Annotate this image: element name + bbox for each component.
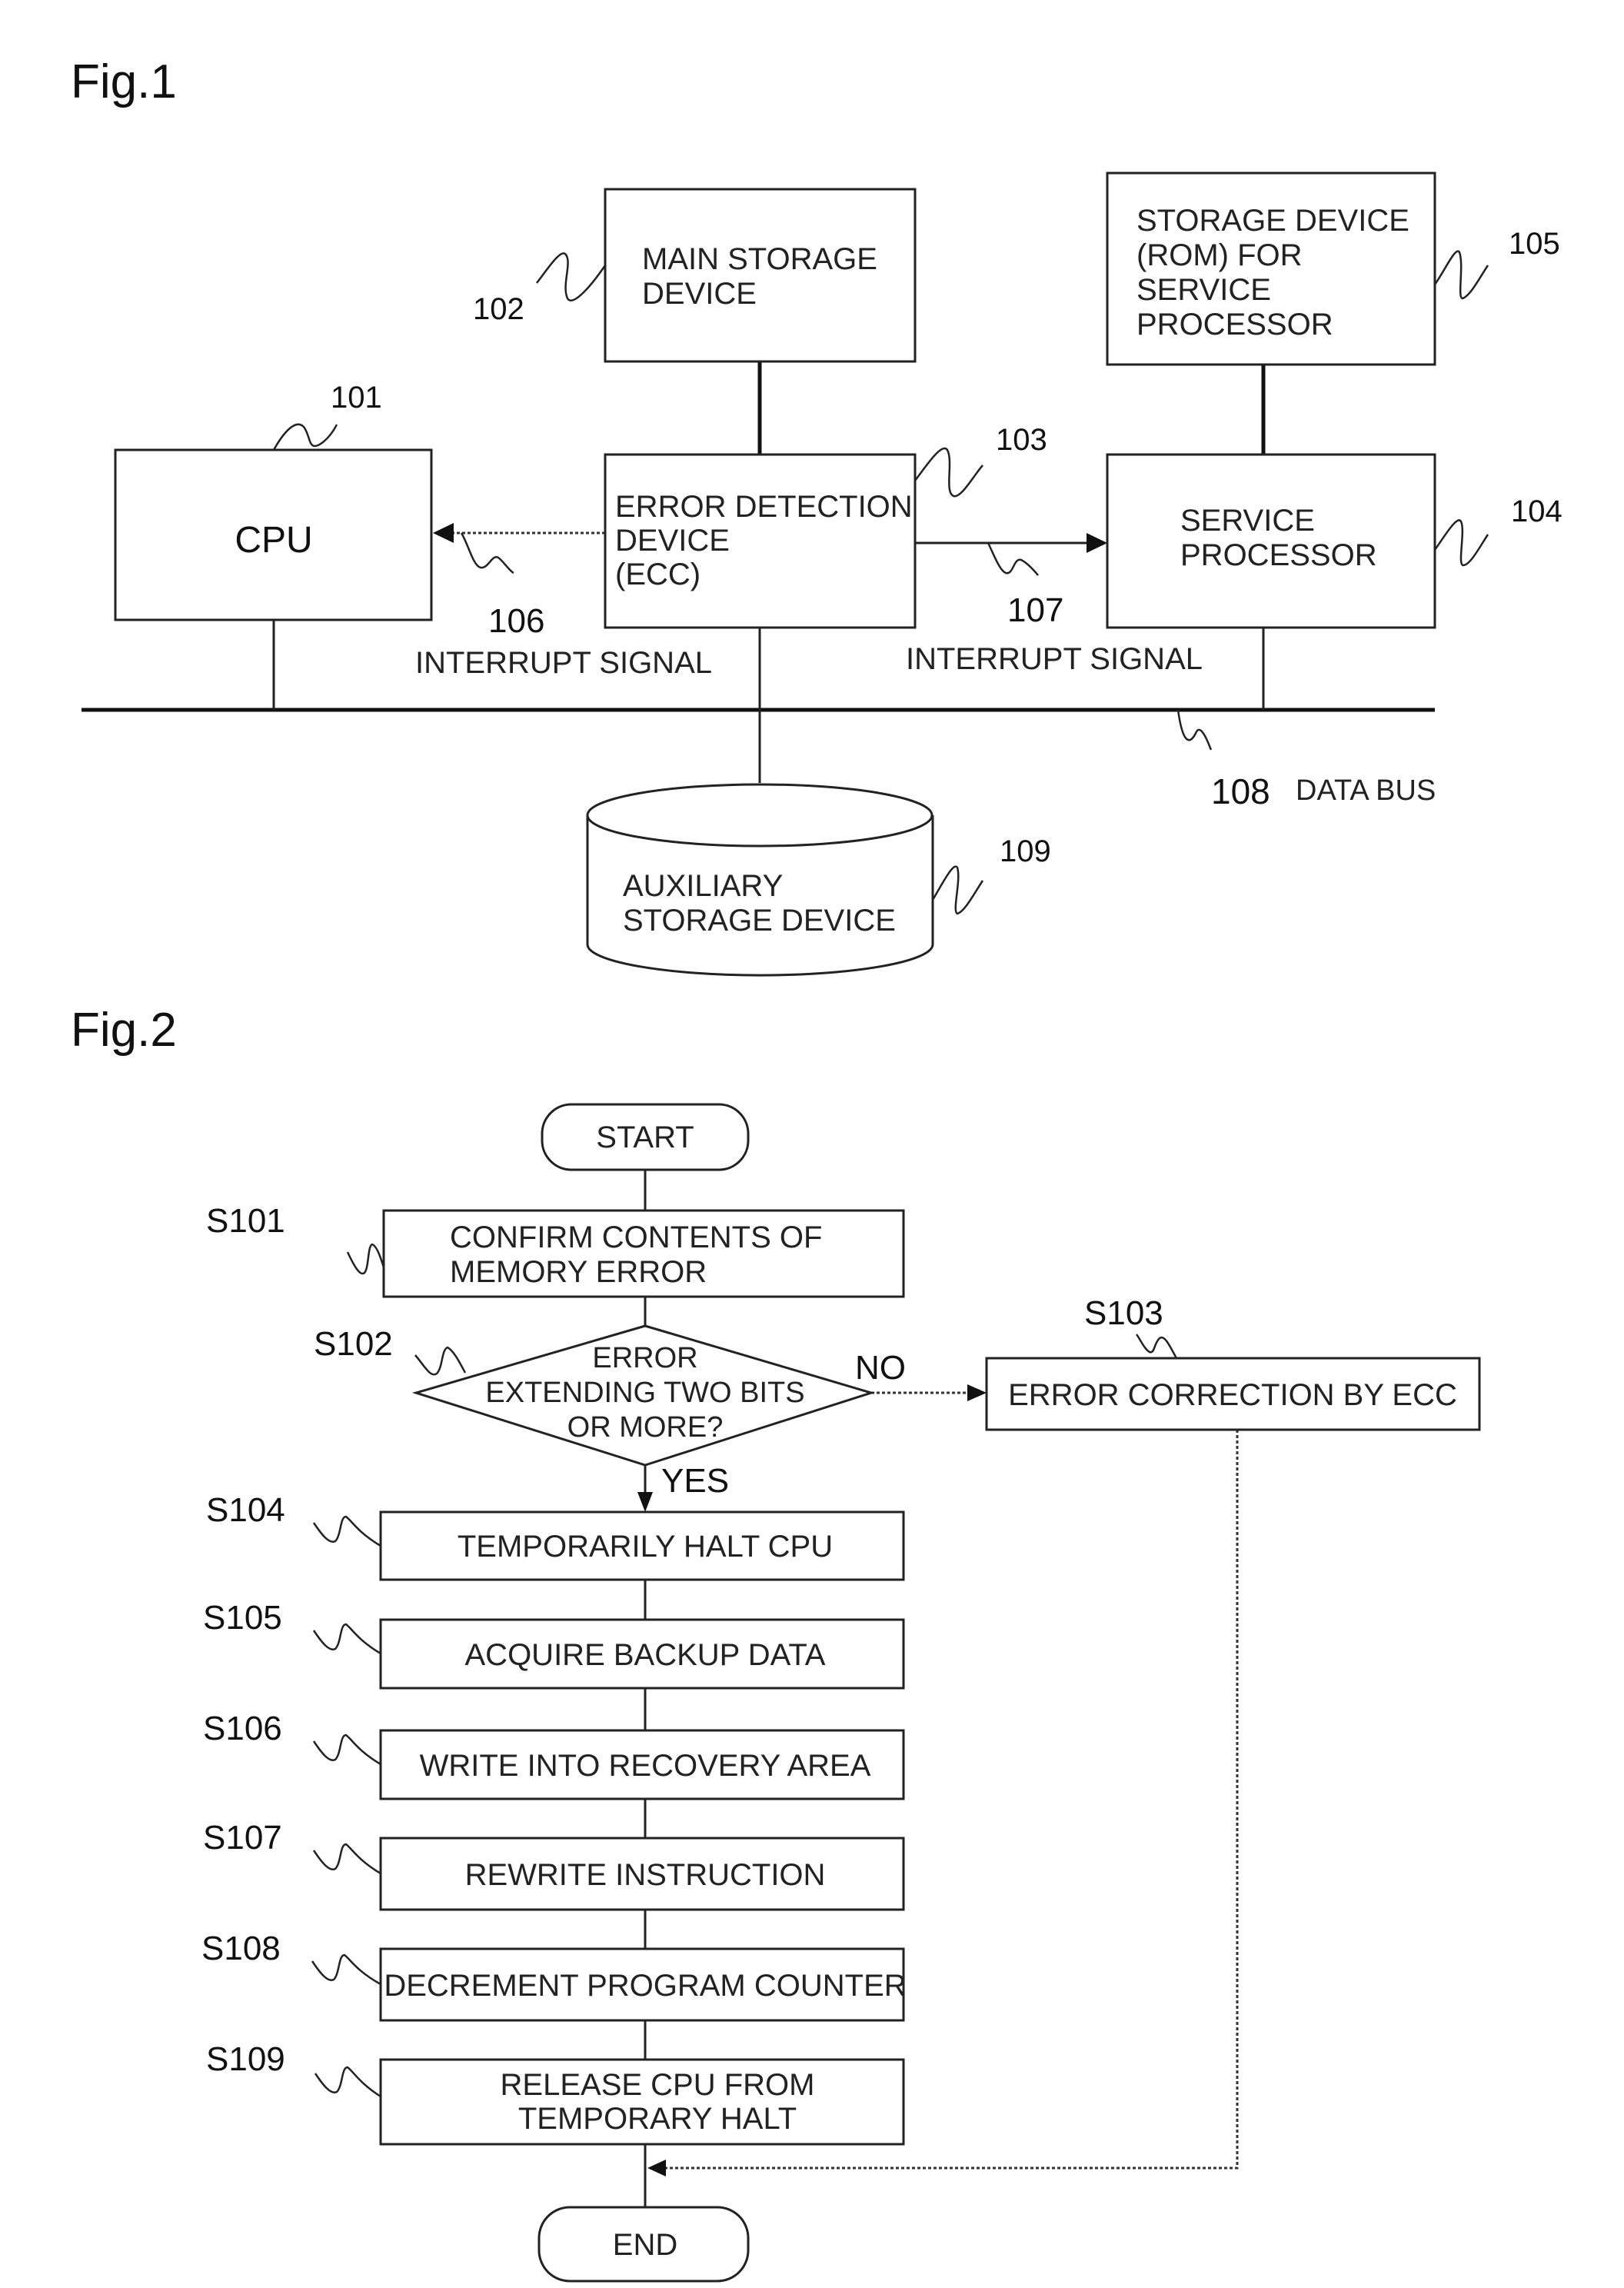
ref-leader-s101-icon <box>346 1243 385 1275</box>
interrupt-signal-106-label: INTERRUPT SIGNAL <box>415 646 712 680</box>
step-s105-label: ACQUIRE BACKUP DATA <box>465 1638 826 1672</box>
yes-label: YES <box>661 1462 729 1500</box>
end-label: END <box>613 2228 677 2262</box>
step-s108: DECREMENT PROGRAM COUNTER S108 <box>201 1930 907 2022</box>
step-s103-label: ERROR CORRECTION BY ECC <box>1008 1378 1457 1412</box>
arrow-yes-icon <box>637 1492 653 1512</box>
fig2-label: Fig.2 <box>71 1004 177 1057</box>
step-s106-id: S106 <box>203 1710 282 1747</box>
data-bus-annotation: 108 DATA BUS <box>1176 709 1436 811</box>
step-s107: REWRITE INSTRUCTION S107 <box>203 1819 905 1911</box>
step-s103: ERROR CORRECTION BY ECC S103 <box>985 1294 1481 1431</box>
ref-leader-109-icon <box>931 865 984 915</box>
ref-leader-s108-icon <box>311 1953 381 1986</box>
service-processor-label-line1: SERVICE <box>1180 504 1315 538</box>
rom-label-line4: PROCESSOR <box>1136 308 1333 341</box>
ecc-label-line1: ERROR DETECTION <box>615 490 913 524</box>
start-label: START <box>596 1121 694 1154</box>
step-s106: WRITE INTO RECOVERY AREA S106 <box>203 1710 905 1800</box>
arrow-to-cpu-icon <box>433 523 454 543</box>
step-s103-id: S103 <box>1084 1294 1163 1332</box>
ref-106: 106 <box>488 602 544 640</box>
ecc-label-line3: (ECC) <box>615 558 701 591</box>
ref-leader-s102-icon <box>414 1346 467 1376</box>
data-bus-label: DATA BUS <box>1296 774 1436 807</box>
step-s104: TEMPORARILY HALT CPU S104 <box>206 1491 905 1581</box>
patent-drawing: Fig.1 CPU 101 MAIN STORAGE DEVICE 102 ER… <box>71 55 1562 2283</box>
decision-id: S102 <box>314 1325 393 1363</box>
ref-104: 104 <box>1511 495 1562 528</box>
step-s101: CONFIRM CONTENTS OF MEMORY ERROR S101 <box>206 1202 905 1298</box>
step-s101-id: S101 <box>206 1202 285 1240</box>
decision-line2: EXTENDING TWO BITS <box>485 1377 804 1409</box>
ecc-block: ERROR DETECTION DEVICE (ECC) 103 <box>604 423 1047 629</box>
step-s108-label: DECREMENT PROGRAM COUNTER <box>384 1969 906 2003</box>
main-storage-label-line1: MAIN STORAGE <box>642 242 877 276</box>
interrupt-signal-107-label: INTERRUPT SIGNAL <box>906 642 1203 676</box>
rom-label-line3: SERVICE <box>1136 273 1271 307</box>
decision-s102: ERROR EXTENDING TWO BITS OR MORE? S102 N… <box>314 1324 906 1500</box>
ref-leader-106-icon <box>460 532 514 574</box>
ref-105: 105 <box>1509 227 1560 261</box>
ref-leader-108-icon <box>1176 709 1213 751</box>
ecc-label-line2: DEVICE <box>615 524 730 558</box>
auxiliary-storage-block: AUXILIARY STORAGE DEVICE 109 <box>586 783 1051 977</box>
cpu-block: CPU 101 <box>114 381 433 621</box>
ref-leader-s105-icon <box>312 1623 381 1655</box>
ref-leader-107-icon <box>987 542 1039 576</box>
ref-102: 102 <box>473 292 524 326</box>
ref-leader-s104-icon <box>312 1515 381 1547</box>
ref-leader-101-icon <box>272 423 338 451</box>
aux-storage-label-line2: STORAGE DEVICE <box>623 904 896 938</box>
step-s105: ACQUIRE BACKUP DATA S105 <box>203 1599 905 1690</box>
step-s107-label: REWRITE INSTRUCTION <box>465 1858 826 1892</box>
arrow-to-service-processor-icon <box>1087 533 1107 553</box>
step-s109-line1: RELEASE CPU FROM <box>501 2068 815 2102</box>
rom-label-line1: STORAGE DEVICE <box>1136 204 1409 238</box>
main-storage-block: MAIN STORAGE DEVICE 102 <box>473 188 917 363</box>
ref-leader-s109-icon <box>314 2066 381 2098</box>
end-terminal: END <box>537 2206 750 2283</box>
cpu-label: CPU <box>235 520 312 561</box>
arrow-merge-icon <box>647 2160 666 2176</box>
aux-storage-label-line1: AUXILIARY <box>623 869 783 903</box>
step-s109-id: S109 <box>206 2040 285 2078</box>
ref-leader-102-icon <box>536 252 607 301</box>
ref-leader-105-icon <box>1433 250 1489 300</box>
rom-label-line2: (ROM) FOR <box>1136 238 1303 272</box>
service-processor-block: SERVICE PROCESSOR 104 <box>1106 453 1562 629</box>
ref-107: 107 <box>1007 591 1063 629</box>
ref-leader-s107-icon <box>312 1843 381 1875</box>
decision-line3: OR MORE? <box>567 1411 724 1444</box>
service-processor-label-line2: PROCESSOR <box>1180 538 1377 572</box>
start-terminal: START <box>541 1103 750 1171</box>
step-s101-line1: CONFIRM CONTENTS OF <box>450 1221 822 1254</box>
ref-101: 101 <box>331 381 382 415</box>
no-label: NO <box>855 1349 906 1387</box>
step-s104-id: S104 <box>206 1491 285 1529</box>
step-s109: RELEASE CPU FROM TEMPORARY HALT S109 <box>206 2040 905 2146</box>
step-s109-line2: TEMPORARY HALT <box>518 2102 797 2136</box>
step-s107-id: S107 <box>203 1819 282 1857</box>
fig1-label: Fig.1 <box>71 55 177 108</box>
step-s101-line2: MEMORY ERROR <box>450 1255 707 1289</box>
ref-leader-s106-icon <box>312 1733 381 1766</box>
cylinder-top <box>586 783 933 848</box>
ref-103: 103 <box>996 423 1047 457</box>
decision-line1: ERROR <box>592 1342 697 1374</box>
ref-leader-104-icon <box>1433 519 1489 567</box>
step-s105-id: S105 <box>203 1599 282 1637</box>
step-s106-label: WRITE INTO RECOVERY AREA <box>420 1749 871 1783</box>
arrow-no-icon <box>967 1384 987 1401</box>
ref-leader-s103-icon <box>1135 1334 1178 1359</box>
ref-109: 109 <box>1000 834 1051 868</box>
ref-108: 108 <box>1211 771 1270 811</box>
step-s108-id: S108 <box>201 1930 281 1967</box>
main-storage-label-line2: DEVICE <box>642 277 757 311</box>
step-s104-label: TEMPORARILY HALT CPU <box>458 1530 833 1564</box>
ref-leader-103-icon <box>914 447 983 498</box>
rom-block: STORAGE DEVICE (ROM) FOR SERVICE PROCESS… <box>1106 172 1560 366</box>
